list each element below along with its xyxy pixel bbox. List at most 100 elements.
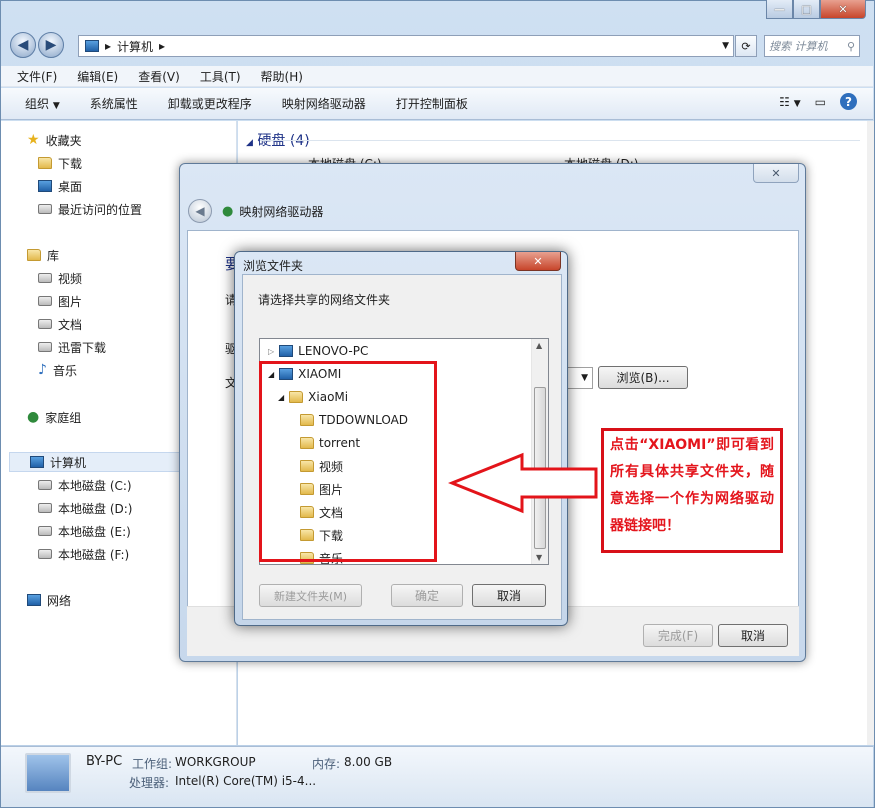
group-label: 硬盘 (4) [257, 133, 310, 149]
control-panel-button[interactable]: 打开控制面板 [396, 95, 468, 112]
nav-label: 家庭组 [45, 410, 82, 425]
content-scrollbar[interactable] [867, 121, 874, 745]
nav-label: 收藏夹 [45, 133, 82, 148]
refresh-button[interactable]: ⟳ [735, 35, 757, 57]
tree-item-lenovo-pc[interactable]: ▷ LENOVO-PC [268, 341, 368, 361]
nav-item-pictures[interactable]: 图片 [38, 291, 82, 311]
menu-tools[interactable]: 工具(T) [200, 68, 241, 85]
nav-label: 桌面 [58, 179, 83, 194]
nav-label: 本地磁盘 (F:) [58, 547, 130, 562]
browse-button[interactable]: 浏览(B)... [598, 366, 688, 389]
nav-label: 音乐 [52, 363, 77, 378]
dialog-title-text: 映射网络驱动器 [239, 205, 324, 219]
nav-label: 视频 [58, 271, 83, 286]
chevron-right-icon: ▸ [105, 39, 112, 53]
nav-label: 网络 [47, 593, 72, 608]
nav-label: 库 [47, 248, 60, 263]
chevron-down-icon[interactable]: ▼ [722, 41, 729, 51]
highlight-box [259, 361, 437, 562]
system-properties-button[interactable]: 系统属性 [90, 95, 138, 112]
annotation-note: 点击“XIAOMI”即可看到所有具体共享文件夹，随意选择一个作为网络驱动器链接吧… [601, 428, 783, 553]
video-icon [38, 273, 52, 283]
close-icon[interactable]: ✕ [753, 164, 799, 183]
forward-button[interactable]: ▶ [38, 32, 64, 58]
nav-drive-d[interactable]: 本地磁盘 (D:) [38, 498, 132, 518]
drive-icon [38, 480, 52, 490]
scroll-down-icon[interactable]: ▼ [536, 553, 542, 562]
nav-item-music[interactable]: ♪ 音乐 [38, 360, 77, 380]
uninstall-button[interactable]: 卸载或更改程序 [168, 95, 252, 112]
nav-label: 下载 [58, 156, 83, 171]
menu-view[interactable]: 查看(V) [138, 68, 180, 85]
search-input[interactable]: 搜索 计算机 ⚲ [764, 35, 860, 57]
maximize-button[interactable]: □ [793, 0, 820, 19]
ok-button[interactable]: 确定 [391, 584, 463, 607]
cancel-button[interactable]: 取消 [472, 584, 546, 607]
minimize-button[interactable]: — [766, 0, 793, 19]
nav-label: 图片 [58, 294, 83, 309]
close-button[interactable]: ✕ [820, 0, 866, 19]
desktop-icon [38, 180, 52, 192]
nav-item-recent[interactable]: 最近访问的位置 [38, 199, 142, 219]
chevron-down-icon: ▼ [52, 101, 60, 111]
scroll-up-icon[interactable]: ▲ [536, 341, 542, 350]
nav-label: 计算机 [50, 455, 87, 470]
homegroup-icon: ● [27, 409, 40, 425]
nav-item-videos[interactable]: 视频 [38, 268, 82, 288]
organize-label: 组织 [25, 97, 50, 111]
finish-button[interactable]: 完成(F) [643, 624, 713, 647]
nav-label: 迅雷下载 [58, 340, 107, 355]
music-icon: ♪ [38, 362, 47, 378]
back-button[interactable]: ◀ [188, 199, 212, 223]
back-button[interactable]: ◀ [10, 32, 36, 58]
memory-value: 8.00 GB [344, 755, 393, 769]
menu-edit[interactable]: 编辑(E) [77, 68, 118, 85]
menu-bar: 文件(F) 编辑(E) 查看(V) 工具(T) 帮助(H) [1, 66, 873, 87]
organize-button[interactable]: 组织 ▼ [25, 95, 60, 112]
computer-icon [85, 40, 99, 52]
network-drive-icon: ● [222, 204, 234, 219]
nav-label: 本地磁盘 (C:) [58, 478, 132, 493]
nav-label: 最近访问的位置 [58, 202, 143, 217]
address-path: 计算机 [117, 39, 154, 54]
network-icon [27, 594, 41, 606]
nav-item-thunder[interactable]: 迅雷下载 [38, 337, 106, 357]
view-icon[interactable]: ☷ ▼ [779, 95, 801, 109]
nav-item-downloads[interactable]: 下载 [38, 153, 82, 173]
menu-help[interactable]: 帮助(H) [261, 68, 303, 85]
nav-item-desktop[interactable]: 桌面 [38, 176, 82, 196]
menu-file[interactable]: 文件(F) [17, 68, 57, 85]
drive-icon [38, 503, 52, 513]
address-area: ◀ ▶ ▸ 计算机 ▸ ▼ ⟳ 搜索 计算机 ⚲ [8, 32, 860, 58]
address-bar[interactable]: ▸ 计算机 ▸ ▼ [78, 35, 734, 57]
close-icon[interactable]: ✕ [515, 252, 561, 271]
nav-item-documents[interactable]: 文档 [38, 314, 82, 334]
picture-icon [38, 296, 52, 306]
nav-network[interactable]: 网络 [27, 590, 71, 610]
nav-drive-f[interactable]: 本地磁盘 (F:) [38, 544, 129, 564]
preview-pane-icon[interactable]: ▭ [815, 95, 826, 109]
folder-dropdown[interactable]: ▼ [566, 367, 593, 389]
cpu-value: Intel(R) Core(TM) i5-4... [175, 774, 317, 788]
new-folder-button[interactable]: 新建文件夹(M) [259, 584, 362, 607]
drive-icon [38, 549, 52, 559]
expand-icon: ▷ [268, 346, 275, 356]
nav-library[interactable]: 库 [27, 245, 59, 265]
recent-places-icon [38, 204, 52, 214]
search-icon: ⚲ [846, 39, 855, 53]
star-icon: ★ [27, 132, 40, 148]
annotation-arrow [448, 452, 598, 514]
nav-favorites[interactable]: ★ 收藏夹 [27, 130, 82, 150]
download-folder-icon [38, 157, 52, 169]
nav-drive-e[interactable]: 本地磁盘 (E:) [38, 521, 131, 541]
nav-drive-c[interactable]: 本地磁盘 (C:) [38, 475, 132, 495]
help-icon[interactable]: ? [840, 93, 857, 110]
map-drive-button[interactable]: 映射网络驱动器 [282, 95, 366, 112]
cancel-button[interactable]: 取消 [718, 624, 788, 647]
computer-name: BY-PC [86, 754, 123, 769]
nav-homegroup[interactable]: ● 家庭组 [27, 407, 81, 427]
thunder-download-icon [38, 342, 52, 352]
window-controls: — □ ✕ [766, 0, 866, 20]
view-controls: ☷ ▼ ▭ ? [779, 93, 857, 110]
browse-prompt: 请选择共享的网络文件夹 [258, 293, 391, 307]
